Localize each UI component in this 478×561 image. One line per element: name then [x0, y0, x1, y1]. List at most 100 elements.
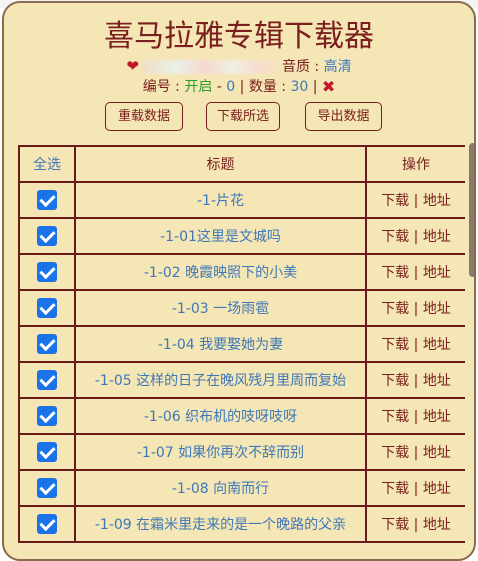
- op-separator: |: [409, 409, 423, 425]
- table-row: -1-08 向南而行 下载 | 地址: [18, 469, 465, 507]
- track-title[interactable]: -1-07 如果你再次不辞而别: [74, 433, 367, 471]
- table-row: -1-05 这样的日子在晚风残月里周而复始 下载 | 地址: [18, 361, 465, 399]
- title-header: 标题: [74, 145, 367, 183]
- checkbox-checked-icon[interactable]: [37, 334, 57, 354]
- table-scrollbar[interactable]: [469, 143, 474, 277]
- download-link[interactable]: 下载: [381, 229, 409, 245]
- row-ops: 下载 | 地址: [365, 397, 465, 435]
- row-ops: 下载 | 地址: [365, 361, 465, 399]
- track-title[interactable]: -1-04 我要娶她为妻: [74, 325, 367, 363]
- row-ops: 下载 | 地址: [365, 433, 465, 471]
- row-checkbox-cell: [18, 253, 76, 291]
- checkbox-checked-icon[interactable]: [37, 406, 57, 426]
- select-all-header[interactable]: 全选: [18, 145, 76, 183]
- address-link[interactable]: 地址: [423, 265, 451, 281]
- table-row: -1-03 一场雨雹 下载 | 地址: [18, 289, 465, 327]
- stats-line: 编号 : 开启 - 0 | 数量 : 30 | ✖: [4, 78, 474, 96]
- track-title[interactable]: -1-08 向南而行: [74, 469, 367, 507]
- address-link[interactable]: 地址: [423, 517, 451, 533]
- checkbox-checked-icon[interactable]: [37, 370, 57, 390]
- row-ops: 下载 | 地址: [365, 325, 465, 363]
- address-link[interactable]: 地址: [423, 301, 451, 317]
- op-separator: |: [409, 301, 423, 317]
- index-toggle[interactable]: 开启: [184, 79, 212, 95]
- quality-line: ❤ 音质 : 高清: [4, 57, 474, 75]
- quality-label: 音质 :: [281, 59, 324, 75]
- address-link[interactable]: 地址: [423, 409, 451, 425]
- op-separator: |: [409, 373, 423, 389]
- table-row: -1-06 织布机的吱呀吱呀 下载 | 地址: [18, 397, 465, 435]
- row-ops: 下载 | 地址: [365, 469, 465, 507]
- download-link[interactable]: 下载: [381, 409, 409, 425]
- row-checkbox-cell: [18, 217, 76, 255]
- row-checkbox-cell: [18, 433, 76, 471]
- track-table-container: 全选 标题 操作 -1-片花 下载 | 地址 -1-01这里是文城吗 下载 | 地址 -…: [18, 145, 465, 559]
- download-link[interactable]: 下载: [381, 517, 409, 533]
- heart-icon[interactable]: ❤: [126, 57, 139, 75]
- download-link[interactable]: 下载: [381, 193, 409, 209]
- export-data-button[interactable]: 导出数据: [305, 102, 382, 131]
- download-selected-button[interactable]: 下载所选: [206, 102, 280, 131]
- download-link[interactable]: 下载: [381, 337, 409, 353]
- count-value: 30: [290, 79, 309, 95]
- checkbox-checked-icon[interactable]: [37, 478, 57, 498]
- track-title[interactable]: -1-02 晚霞映照下的小美: [74, 253, 367, 291]
- reload-data-button[interactable]: 重载数据: [105, 102, 183, 131]
- row-checkbox-cell: [18, 181, 76, 219]
- download-link[interactable]: 下载: [381, 481, 409, 497]
- table-row: -1-片花 下载 | 地址: [18, 181, 465, 219]
- checkbox-checked-icon[interactable]: [37, 442, 57, 462]
- count-sep: |: [308, 79, 322, 95]
- checkbox-checked-icon[interactable]: [37, 262, 57, 282]
- row-ops: 下载 | 地址: [365, 505, 465, 543]
- checkbox-checked-icon[interactable]: [37, 298, 57, 318]
- address-link[interactable]: 地址: [423, 481, 451, 497]
- blurred-username: [141, 60, 282, 74]
- row-checkbox-cell: [18, 325, 76, 363]
- address-link[interactable]: 地址: [423, 193, 451, 209]
- op-separator: |: [409, 265, 423, 281]
- download-link[interactable]: 下载: [381, 301, 409, 317]
- index-label: 编号 :: [142, 79, 185, 95]
- index-sep: -: [212, 79, 227, 95]
- address-link[interactable]: 地址: [423, 445, 451, 461]
- download-link[interactable]: 下载: [381, 373, 409, 389]
- downloader-panel: 喜马拉雅专辑下载器 ❤ 音质 : 高清 编号 : 开启 - 0 | 数量 : 30…: [2, 1, 476, 561]
- checkbox-checked-icon[interactable]: [37, 226, 57, 246]
- checkbox-checked-icon[interactable]: [37, 514, 57, 534]
- op-separator: |: [409, 481, 423, 497]
- index-offset[interactable]: 0: [226, 79, 235, 95]
- track-title[interactable]: -1-05 这样的日子在晚风残月里周而复始: [74, 361, 367, 399]
- checkbox-checked-icon[interactable]: [37, 190, 57, 210]
- address-link[interactable]: 地址: [423, 337, 451, 353]
- ops-header: 操作: [365, 145, 465, 183]
- table-row: -1-09 在霜米里走来的是一个晚路的父亲 下载 | 地址: [18, 505, 465, 543]
- row-ops: 下载 | 地址: [365, 217, 465, 255]
- table-row: -1-04 我要娶她为妻 下载 | 地址: [18, 325, 465, 363]
- quality-value[interactable]: 高清: [324, 59, 352, 75]
- count-label: | 数量 :: [235, 79, 291, 95]
- op-separator: |: [409, 517, 423, 533]
- row-checkbox-cell: [18, 505, 76, 543]
- panel-title: 喜马拉雅专辑下载器: [104, 19, 374, 54]
- row-checkbox-cell: [18, 289, 76, 327]
- op-separator: |: [409, 193, 423, 209]
- op-separator: |: [409, 337, 423, 353]
- table-row: -1-01这里是文城吗 下载 | 地址: [18, 217, 465, 255]
- address-link[interactable]: 地址: [423, 229, 451, 245]
- close-icon[interactable]: ✖: [322, 78, 335, 96]
- track-title[interactable]: -1-01这里是文城吗: [74, 217, 367, 255]
- address-link[interactable]: 地址: [423, 373, 451, 389]
- row-checkbox-cell: [18, 397, 76, 435]
- download-link[interactable]: 下载: [381, 445, 409, 461]
- track-title[interactable]: -1-06 织布机的吱呀吱呀: [74, 397, 367, 435]
- row-ops: 下载 | 地址: [365, 289, 465, 327]
- track-title[interactable]: -1-03 一场雨雹: [74, 289, 367, 327]
- table-header-row: 全选 标题 操作: [18, 145, 465, 183]
- row-ops: 下载 | 地址: [365, 253, 465, 291]
- table-row: -1-02 晚霞映照下的小美 下载 | 地址: [18, 253, 465, 291]
- download-link[interactable]: 下载: [381, 265, 409, 281]
- track-title[interactable]: -1-09 在霜米里走来的是一个晚路的父亲: [74, 505, 367, 543]
- track-title[interactable]: -1-片花: [74, 181, 367, 219]
- op-separator: |: [409, 229, 423, 245]
